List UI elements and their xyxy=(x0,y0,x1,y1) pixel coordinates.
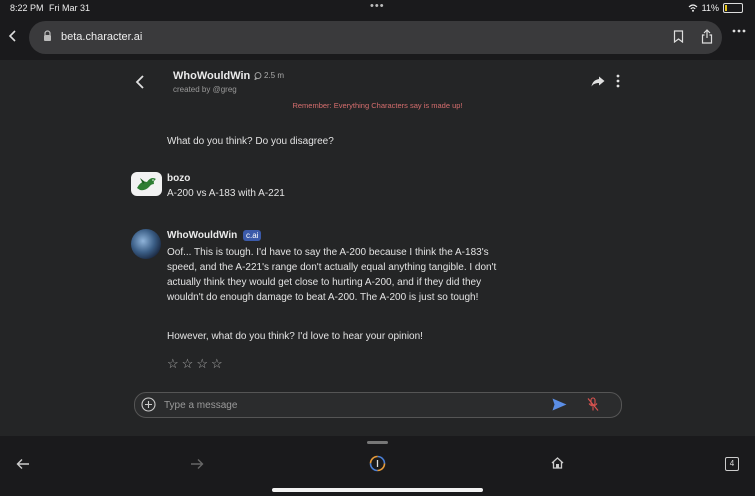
bot-name: WhoWouldWin xyxy=(167,230,238,241)
character-name[interactable]: WhoWouldWin xyxy=(173,70,250,82)
bot-avatar xyxy=(131,229,161,259)
chat-back-icon[interactable] xyxy=(134,74,146,90)
user-avatar xyxy=(131,172,162,196)
message-input[interactable] xyxy=(162,396,536,415)
browser-toolbar: beta.character.ai xyxy=(0,16,755,60)
chat-header: WhoWouldWin 2.5 m created by @greg Remem… xyxy=(0,60,755,112)
message-composer xyxy=(134,392,622,418)
more-options-icon[interactable] xyxy=(732,29,746,33)
rating-star-2[interactable]: ☆ xyxy=(182,356,194,372)
chat-menu-icon[interactable] xyxy=(616,74,620,88)
url-text[interactable]: beta.character.ai xyxy=(61,31,142,43)
send-icon[interactable] xyxy=(552,398,567,411)
rating-star-3[interactable]: ☆ xyxy=(196,356,208,372)
nav-back-icon[interactable] xyxy=(16,458,30,470)
multitask-dots-icon[interactable]: ••• xyxy=(370,0,385,12)
dragon-avatar-icon xyxy=(137,178,156,191)
rating-stars: ☆ ☆ ☆ ☆ xyxy=(167,356,223,372)
creator-label[interactable]: created by @greg xyxy=(173,85,237,94)
chat-count: 2.5 m xyxy=(254,71,284,80)
bookmark-icon[interactable] xyxy=(673,30,684,43)
bottom-toolbar: 4 xyxy=(0,436,755,496)
address-bar[interactable]: beta.character.ai xyxy=(29,21,722,54)
status-right: 11% xyxy=(688,3,743,13)
cai-badge: c.ai xyxy=(243,230,262,241)
home-indicator xyxy=(272,488,483,492)
status-time: 8:22 PM xyxy=(10,3,44,13)
mic-muted-icon[interactable] xyxy=(587,397,599,412)
status-bar: 8:22 PM Fri Mar 31 ••• 11% xyxy=(0,0,755,16)
bot-message-line-2: speed, and the A-221's range don't actua… xyxy=(167,262,497,273)
user-message-text: A-200 vs A-183 with A-221 xyxy=(167,188,285,199)
share-chat-icon[interactable] xyxy=(591,76,605,87)
rating-star-1[interactable]: ☆ xyxy=(167,356,179,372)
bot-message-line-5: However, what do you think? I'd love to … xyxy=(167,331,423,342)
previous-message-text: What do you think? Do you disagree? xyxy=(167,136,334,147)
tabs-button[interactable]: 4 xyxy=(725,457,739,471)
battery-icon xyxy=(723,3,743,13)
battery-percent: 11% xyxy=(701,3,719,13)
user-name: bozo xyxy=(167,173,191,184)
chat-count-text: 2.5 m xyxy=(264,71,285,80)
chat-bubble-icon xyxy=(254,71,262,80)
home-icon[interactable] xyxy=(551,457,564,469)
status-date: Fri Mar 31 xyxy=(49,3,91,13)
wifi-icon xyxy=(688,4,698,12)
battery-fill xyxy=(725,5,727,11)
lock-icon xyxy=(44,30,51,41)
rating-star-4[interactable]: ☆ xyxy=(211,356,223,372)
disclaimer-text: Remember: Everything Characters say is m… xyxy=(292,101,463,110)
bot-message-line-1: Oof... This is tough. I'd have to say th… xyxy=(167,247,489,258)
bot-message-line-3: actually think they would get close to h… xyxy=(167,277,482,288)
add-icon[interactable] xyxy=(141,397,156,412)
nav-forward-icon[interactable] xyxy=(190,458,204,470)
share-icon[interactable] xyxy=(701,29,713,44)
bot-message-line-4: wouldn't do enough damage to beat A-200.… xyxy=(167,292,479,303)
sheet-grabber[interactable] xyxy=(367,441,388,444)
browser-back-icon[interactable] xyxy=(8,29,18,43)
assistant-icon[interactable] xyxy=(369,455,386,472)
